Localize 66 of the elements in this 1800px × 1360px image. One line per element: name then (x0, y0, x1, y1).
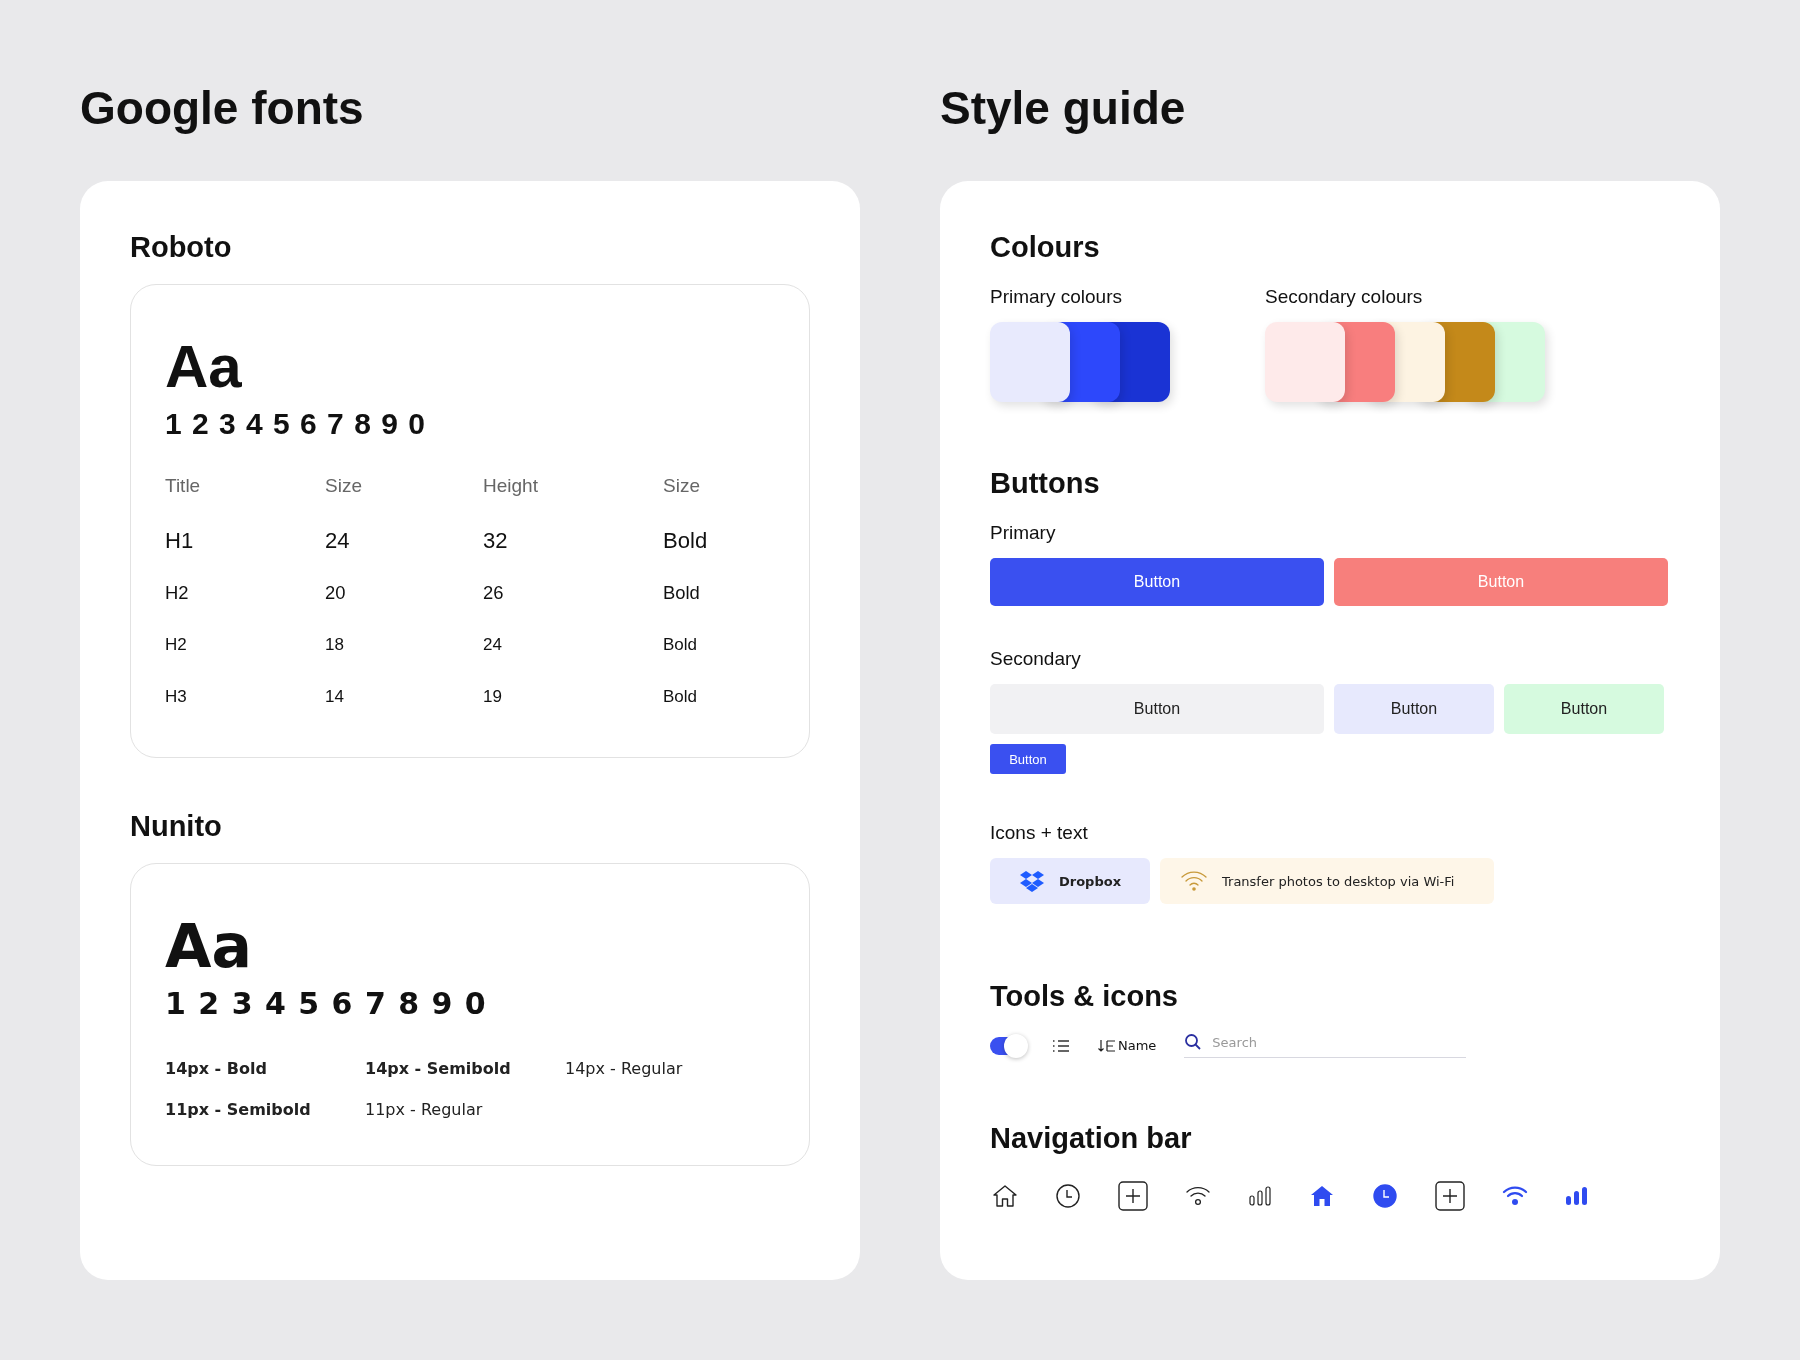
specimen-digits: 1 2 3 4 5 6 7 8 9 0 (165, 407, 427, 441)
table-cell-text: H3 (165, 686, 188, 708)
section-heading: Tools & icons (990, 980, 1179, 1013)
section-heading: Colours (990, 231, 1101, 264)
table-cell-text: 18 (325, 634, 345, 656)
clock-icon[interactable] (1055, 1183, 1081, 1209)
clock-icon[interactable] (1372, 1183, 1398, 1209)
search-field[interactable]: Search (1210, 1033, 1455, 1051)
weight-sample: 14px - Semibold (365, 1059, 512, 1078)
sort-label[interactable]: Name (1118, 1038, 1157, 1053)
secondary-button[interactable]: Button (1334, 684, 1494, 734)
list-icon[interactable] (1052, 1038, 1070, 1053)
weight-sample: 14px - Regular (565, 1059, 684, 1078)
secondary-button[interactable]: Button (990, 684, 1324, 734)
wifi-icon (1180, 870, 1208, 892)
icon-button[interactable]: Transfer photos to desktop via Wi-Fi (1160, 858, 1494, 904)
page-title: Google fonts (80, 81, 365, 136)
table-cell-text: 19 (483, 686, 503, 708)
search-icon (1184, 1033, 1203, 1051)
wifi-icon[interactable] (1502, 1185, 1528, 1207)
group-label: Icons + text (990, 822, 1089, 844)
table-cell-text: H1 (165, 527, 195, 555)
table-cell-text: Bold (663, 686, 699, 708)
table-cell-text: 20 (325, 581, 347, 605)
section-heading: Buttons (990, 467, 1101, 500)
table-cell-text: 26 (483, 581, 505, 605)
section-heading: Navigation bar (990, 1122, 1193, 1155)
column-header: Height (483, 475, 539, 498)
icon-button[interactable]: Dropbox (990, 858, 1150, 904)
plus-icon[interactable] (1435, 1181, 1465, 1211)
column-header: Size (325, 475, 363, 498)
plus-icon[interactable] (1118, 1181, 1148, 1211)
table-cell-text: 14 (325, 686, 345, 708)
signal-bars-icon[interactable] (1248, 1186, 1272, 1206)
weight-sample: 11px - Regular (365, 1100, 484, 1119)
specimen-sample: Aa (165, 333, 243, 401)
specimen-sample: Aa (165, 912, 253, 980)
page-title: Style guide (940, 81, 1187, 136)
boxes-icon (1018, 870, 1045, 892)
weight-sample: 11px - Semibold (165, 1100, 312, 1119)
table-cell-text: Bold (663, 634, 699, 656)
group-label: Primary colours (990, 286, 1123, 308)
font-name: Nunito (130, 810, 223, 843)
sort-icon[interactable] (1098, 1038, 1116, 1053)
table-cell-text: 24 (325, 527, 351, 555)
table-cell-text: H2 (165, 581, 190, 605)
primary-button[interactable]: Button (990, 558, 1324, 606)
column-header: Size (663, 475, 701, 498)
secondary-button[interactable]: Button (1504, 684, 1664, 734)
wifi-icon[interactable] (1185, 1185, 1211, 1207)
home-icon[interactable] (992, 1184, 1018, 1208)
table-cell-text: Bold (663, 527, 709, 555)
group-label: Secondary colours (1265, 286, 1424, 308)
group-label: Secondary (990, 648, 1082, 670)
table-cell-text: 32 (483, 527, 509, 555)
secondary-button[interactable]: Button (990, 744, 1066, 774)
table-cell-text: Bold (663, 581, 701, 605)
column-header: Title (165, 475, 202, 498)
home-icon[interactable] (1309, 1184, 1335, 1208)
table-cell-text: 24 (483, 634, 503, 656)
weight-sample: 14px - Bold (165, 1059, 268, 1078)
font-name: Roboto (130, 231, 233, 264)
specimen-digits: 1 2 3 4 5 6 7 8 9 0 (165, 986, 488, 1021)
group-label: Primary (990, 522, 1057, 544)
table-cell-text: H2 (165, 634, 188, 656)
signal-bars-icon[interactable] (1565, 1186, 1589, 1206)
